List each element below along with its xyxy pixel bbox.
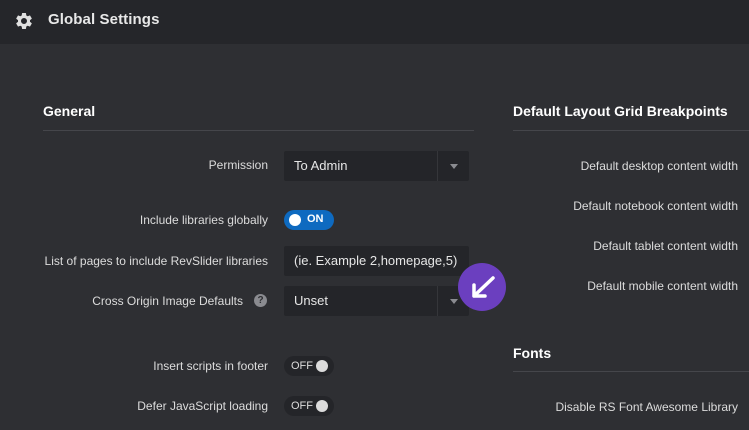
include-libraries-toggle[interactable]: ON xyxy=(284,210,334,230)
chevron-down-icon xyxy=(450,164,458,169)
page-title: Global Settings xyxy=(48,11,160,28)
cross-origin-value: Unset xyxy=(294,293,328,308)
help-icon[interactable]: ? xyxy=(254,294,267,307)
permission-value: To Admin xyxy=(294,158,348,173)
cross-origin-select[interactable]: Unset xyxy=(284,286,469,316)
toggle-state: ON xyxy=(307,213,324,225)
toggle-knob xyxy=(316,360,328,372)
general-divider xyxy=(43,130,474,131)
tablet-width-label: Default tablet content width xyxy=(593,239,738,253)
select-separator xyxy=(437,286,438,316)
footer-scripts-label: Insert scripts in footer xyxy=(153,359,268,373)
include-libraries-label: Include libraries globally xyxy=(139,213,268,227)
fonts-divider xyxy=(513,371,749,372)
toggle-knob xyxy=(316,400,328,412)
top-bar: Global Settings xyxy=(0,0,749,44)
toggle-state: OFF xyxy=(291,360,313,372)
toggle-state: OFF xyxy=(291,400,313,412)
arrow-badge[interactable] xyxy=(458,263,506,311)
arrow-down-left-icon xyxy=(472,276,495,298)
permission-label: Permission xyxy=(208,158,268,172)
footer-scripts-toggle[interactable]: OFF xyxy=(284,356,334,376)
pages-list-placeholder: (ie. Example 2,homepage,5) xyxy=(294,253,458,268)
disable-font-awesome-label: Disable RS Font Awesome Library xyxy=(555,400,738,414)
select-separator xyxy=(437,151,438,181)
defer-js-label: Defer JavaScript loading xyxy=(137,399,268,413)
permission-select[interactable]: To Admin xyxy=(284,151,469,181)
desktop-width-label: Default desktop content width xyxy=(580,159,738,173)
pages-list-input[interactable]: (ie. Example 2,homepage,5) xyxy=(284,246,469,276)
breakpoints-divider xyxy=(513,130,749,131)
gear-icon xyxy=(16,12,32,29)
mobile-width-label: Default mobile content width xyxy=(587,279,738,293)
defer-js-toggle[interactable]: OFF xyxy=(284,396,334,416)
cross-origin-label: Cross Origin Image Defaults xyxy=(92,294,243,308)
fonts-section-title: Fonts xyxy=(513,345,552,361)
notebook-width-label: Default notebook content width xyxy=(573,199,738,213)
chevron-down-icon xyxy=(450,299,458,304)
pages-list-label: List of pages to include RevSlider libra… xyxy=(44,254,268,268)
toggle-knob xyxy=(289,214,301,226)
general-section-title: General xyxy=(43,103,96,119)
breakpoints-section-title: Default Layout Grid Breakpoints xyxy=(513,103,728,119)
